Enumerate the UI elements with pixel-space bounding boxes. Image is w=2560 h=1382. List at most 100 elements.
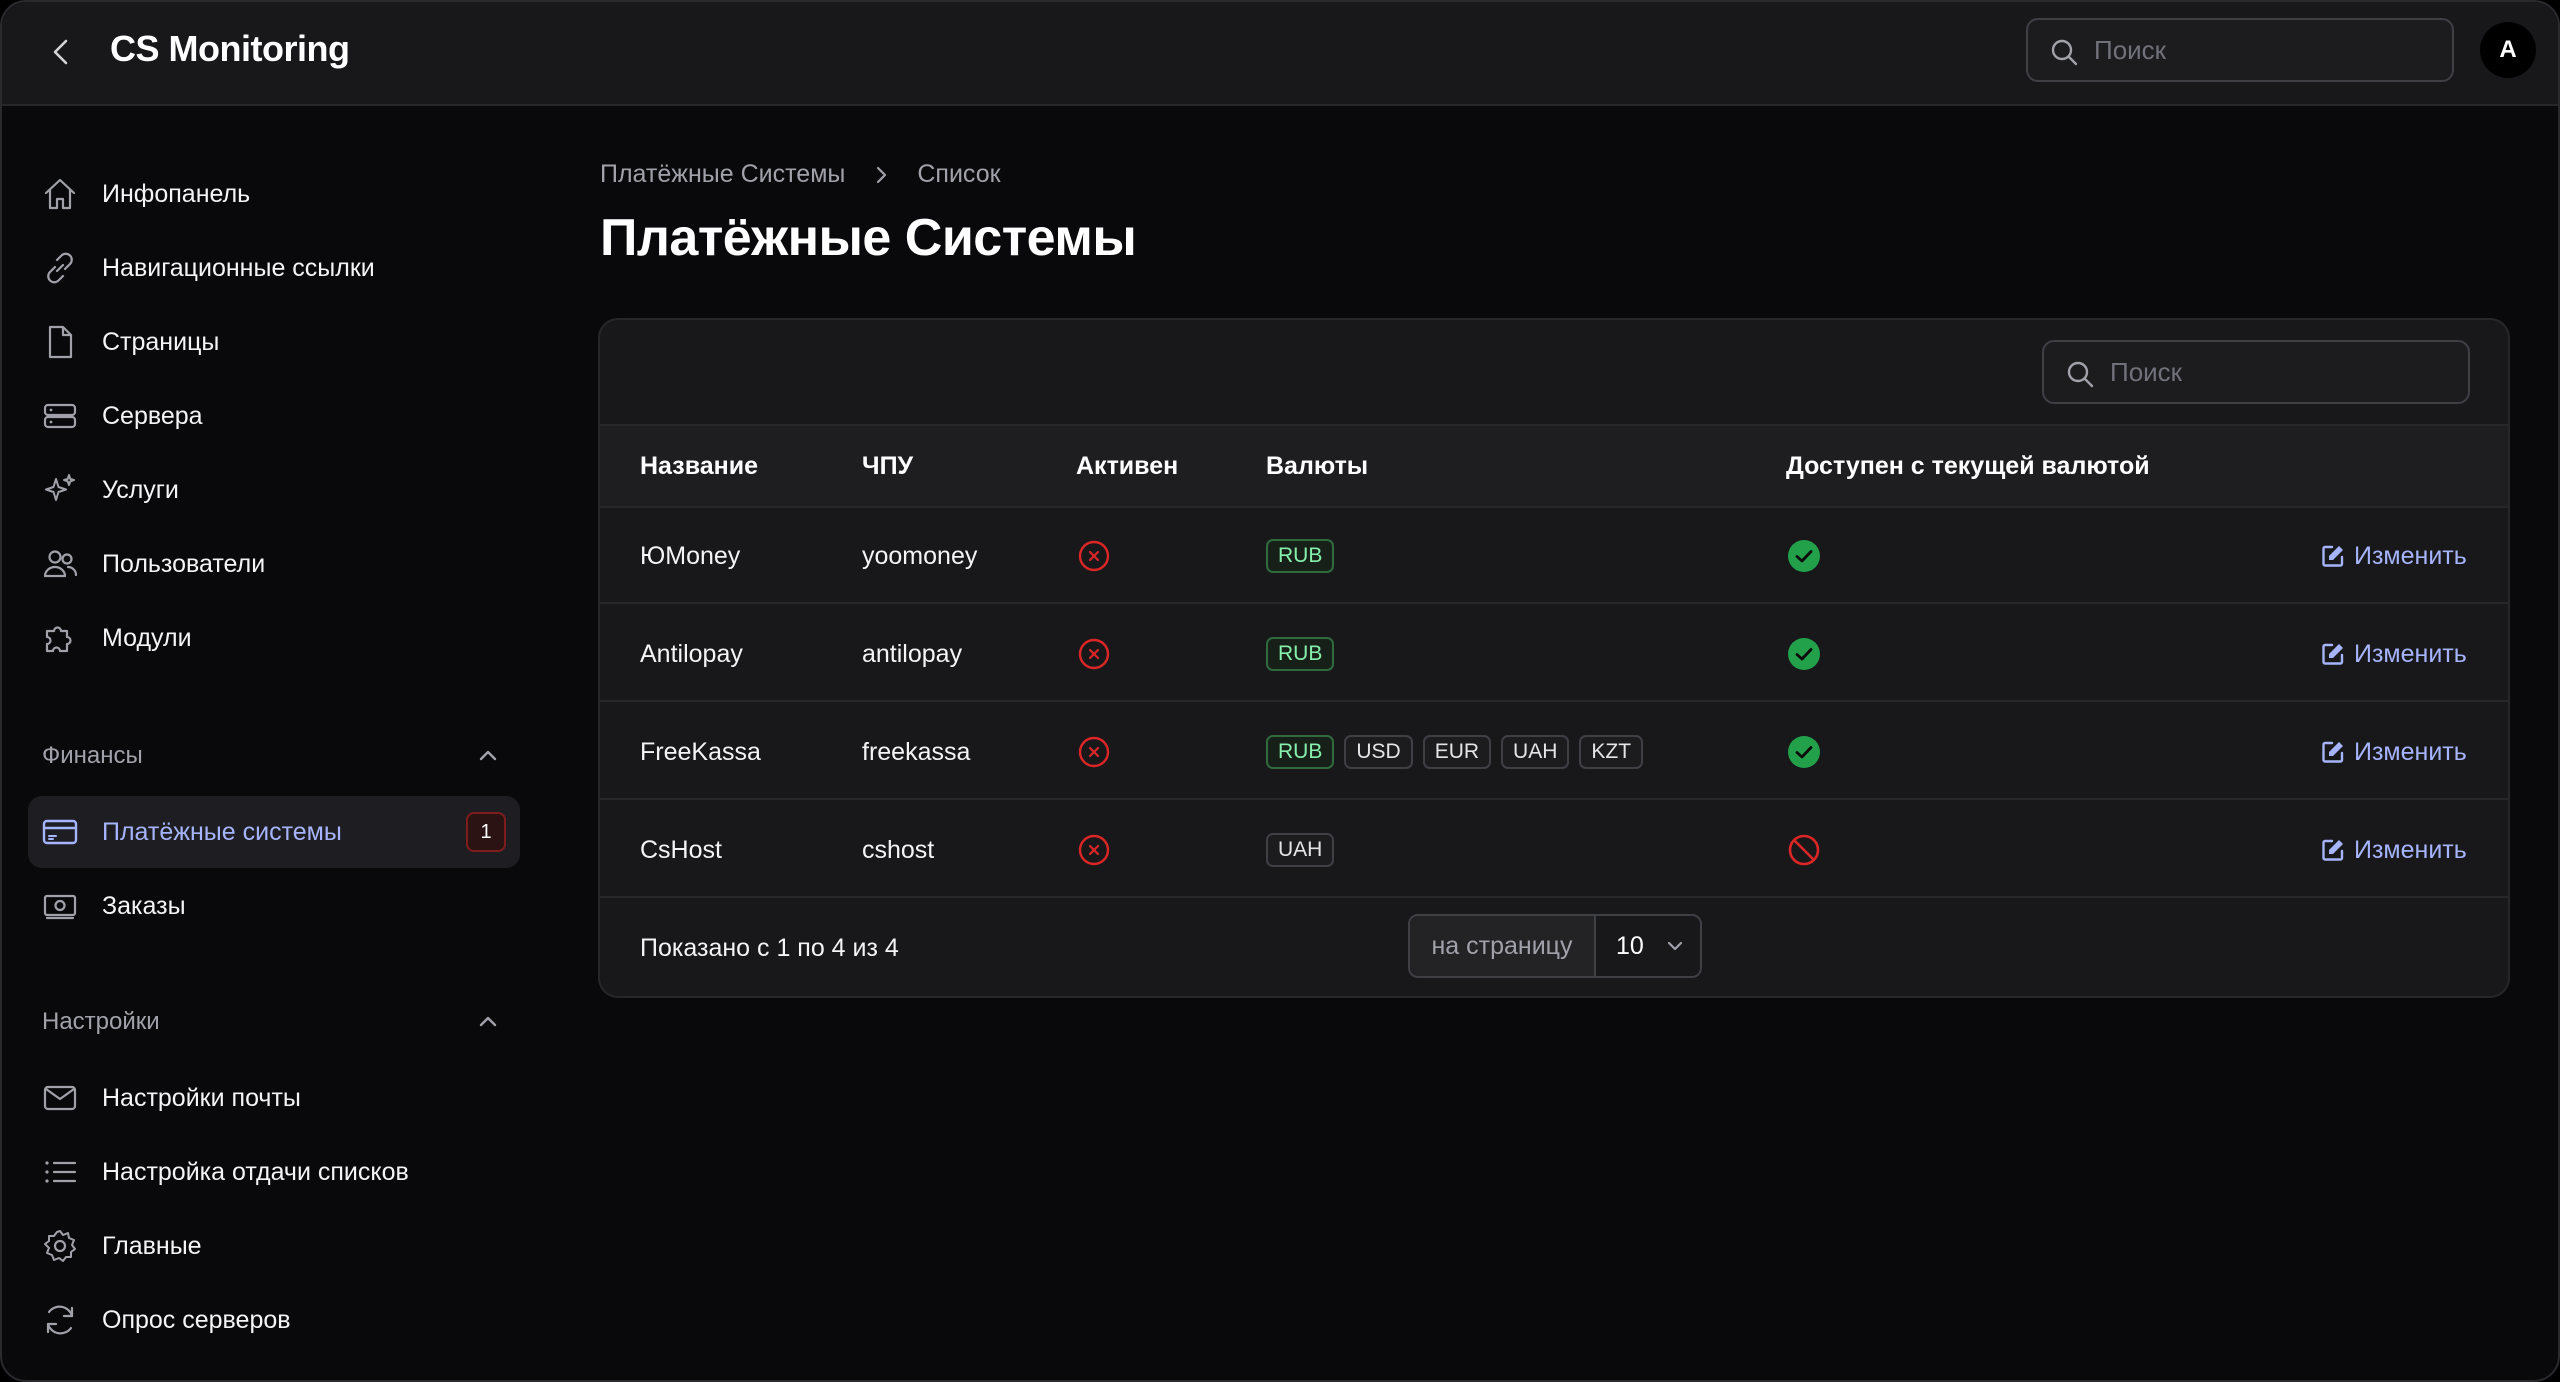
currency-list: RUB	[1266, 539, 1335, 573]
breadcrumb-link[interactable]: Платёжные Системы	[600, 160, 845, 189]
per-page-select[interactable]: 10	[1596, 916, 1700, 976]
cell-name: Antilopay	[640, 606, 743, 702]
per-page-value: 10	[1616, 931, 1644, 960]
sidebar-item-users[interactable]: Пользователи	[28, 528, 520, 600]
collapse-finance-button[interactable]	[474, 742, 502, 770]
sidebar-item-label: Модули	[102, 623, 192, 652]
table-row: CsHost cshost UAH Изменить	[600, 802, 2508, 898]
payment-systems-table: Название ЧПУ Активен Валюты Доступен с т…	[598, 318, 2510, 998]
edit-button[interactable]: Изменить	[2320, 738, 2467, 767]
edit-button[interactable]: Изменить	[2320, 542, 2467, 571]
payment-system-name: ЮMoney	[640, 541, 741, 570]
cell-active	[1076, 606, 1112, 702]
check-circle-icon	[1786, 734, 1822, 770]
cell-actions: Изменить	[2320, 606, 2467, 702]
payment-system-name: FreeKassa	[640, 737, 761, 766]
cell-name: CsHost	[640, 802, 722, 898]
payment-system-name: CsHost	[640, 835, 722, 864]
back-button[interactable]	[42, 32, 82, 72]
column-header-currencies[interactable]: Валюты	[1266, 452, 1368, 481]
sidebar: Инфопанель Навигационные ссылки Страницы…	[2, 106, 532, 1380]
app-window: CS Monitoring A Инфопанель Навигационные…	[0, 0, 2560, 1382]
payment-system-slug: freekassa	[862, 737, 971, 766]
sidebar-item-list-settings[interactable]: Настройка отдачи списков	[28, 1136, 520, 1208]
ban-icon	[1786, 832, 1822, 868]
sidebar-item-label: Настройки почты	[102, 1083, 301, 1112]
home-icon	[40, 174, 80, 214]
check-circle-icon	[1786, 636, 1822, 672]
avatar[interactable]: A	[2480, 22, 2536, 78]
cell-actions: Изменить	[2320, 704, 2467, 800]
payment-system-slug: antilopay	[862, 639, 963, 668]
server-icon	[40, 396, 80, 436]
sidebar-item-pages[interactable]: Страницы	[28, 306, 520, 378]
sidebar-item-label: Страницы	[102, 327, 220, 356]
cell-currencies: UAH	[1266, 802, 1335, 898]
sidebar-item-services[interactable]: Услуги	[28, 454, 520, 526]
sidebar-item-servers[interactable]: Сервера	[28, 380, 520, 452]
sidebar-item-label: Навигационные ссылки	[102, 253, 375, 282]
envelope-icon	[40, 1078, 80, 1118]
cell-available	[1786, 704, 1822, 800]
cell-name: ЮMoney	[640, 508, 740, 604]
cell-slug: cshost	[862, 802, 934, 898]
gear-icon	[40, 1226, 80, 1266]
currency-list: UAH	[1266, 833, 1335, 867]
credit-card-icon	[40, 812, 80, 852]
currency-badge: RUB	[1266, 539, 1335, 573]
global-search[interactable]	[2026, 18, 2454, 82]
sidebar-item-modules[interactable]: Модули	[28, 602, 520, 674]
edit-button[interactable]: Изменить	[2320, 836, 2467, 865]
table-search-input[interactable]	[2110, 342, 2454, 402]
per-page-label: на страницу	[1410, 916, 1596, 976]
table-row: Antilopay antilopay RUB Изменить	[600, 606, 2508, 702]
edit-button[interactable]: Изменить	[2320, 640, 2467, 669]
sidebar-item-nav-links[interactable]: Навигационные ссылки	[28, 232, 520, 304]
sidebar-item-payment-systems[interactable]: Платёжные системы 1	[28, 796, 520, 868]
global-search-input[interactable]	[2094, 20, 2438, 80]
sidebar-item-mail-settings[interactable]: Настройки почты	[28, 1062, 520, 1134]
sidebar-item-label: Главные	[102, 1231, 202, 1260]
table-row: ЮMoney yoomoney RUB Изменить	[600, 508, 2508, 604]
sidebar-item-label: Платёжные системы	[102, 817, 342, 846]
cell-available	[1786, 802, 1822, 898]
column-header-active[interactable]: Активен	[1076, 452, 1178, 481]
sidebar-item-orders[interactable]: Заказы	[28, 870, 520, 942]
cell-currencies: RUB USD EUR UAH KZT	[1266, 704, 1644, 800]
chevron-down-icon	[1667, 941, 1682, 951]
sidebar-item-general[interactable]: Главные	[28, 1210, 520, 1282]
cell-active	[1076, 802, 1112, 898]
cell-slug: antilopay	[862, 606, 962, 702]
column-header-name[interactable]: Название	[640, 452, 758, 481]
x-circle-icon	[1076, 636, 1112, 672]
sidebar-item-label: Пользователи	[102, 549, 266, 578]
document-icon	[40, 322, 80, 362]
currency-badge: RUB	[1266, 735, 1335, 769]
column-header-slug[interactable]: ЧПУ	[862, 452, 913, 481]
cell-currencies: RUB	[1266, 508, 1335, 604]
breadcrumb: Платёжные Системы Список	[600, 160, 1001, 189]
per-page-control: на страницу 10	[1408, 914, 1702, 978]
refresh-icon	[40, 1300, 80, 1340]
pagination-info: Показано с 1 по 4 из 4	[640, 934, 899, 962]
cell-slug: freekassa	[862, 704, 970, 800]
x-circle-icon	[1076, 832, 1112, 868]
app-title: CS Monitoring	[110, 28, 350, 69]
cell-slug: yoomoney	[862, 508, 977, 604]
edit-icon	[2320, 543, 2354, 569]
currency-list: RUB	[1266, 637, 1335, 671]
currency-badge: EUR	[1422, 735, 1492, 769]
cell-name: FreeKassa	[640, 704, 761, 800]
chevron-right-icon	[877, 166, 887, 183]
edit-label: Изменить	[2354, 541, 2467, 570]
sidebar-item-dashboard[interactable]: Инфопанель	[28, 158, 520, 230]
column-header-available[interactable]: Доступен с текущей валютой	[1786, 452, 2150, 481]
collapse-settings-button[interactable]	[474, 1008, 502, 1036]
payment-system-slug: yoomoney	[862, 541, 978, 570]
sidebar-item-server-polling[interactable]: Опрос серверов	[28, 1284, 520, 1356]
count-badge: 1	[466, 812, 506, 852]
currency-badge: KZT	[1579, 735, 1644, 769]
search-icon	[2051, 39, 2078, 66]
table-search[interactable]	[2042, 340, 2470, 404]
edit-icon	[2320, 739, 2354, 765]
